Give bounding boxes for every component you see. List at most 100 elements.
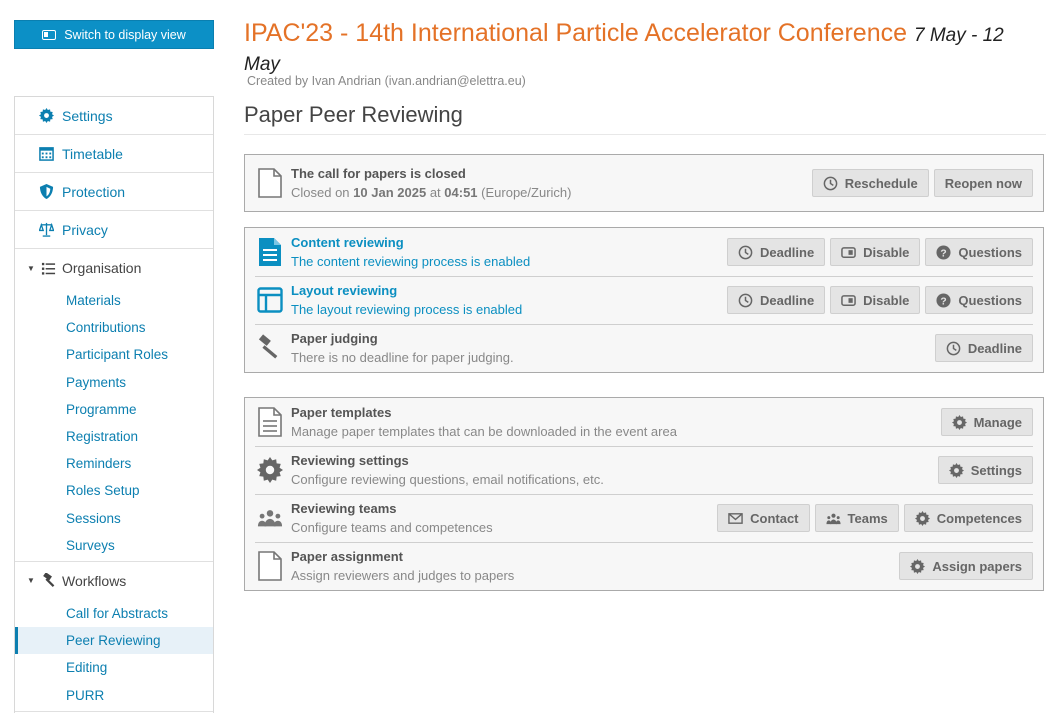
sidebar-item-contributions[interactable]: Contributions — [15, 314, 213, 341]
clock-icon — [738, 245, 753, 259]
svg-text:?: ? — [941, 296, 947, 307]
event-title-heading: IPAC'23 - 14th International Particle Ac… — [244, 20, 1034, 78]
deadline-label: Deadline — [759, 244, 815, 260]
gear-icon — [914, 510, 930, 526]
reschedule-label: Reschedule — [844, 175, 918, 191]
users-icon — [257, 503, 283, 533]
reviewing-modes-panel: Content reviewing The content reviewing … — [244, 227, 1044, 373]
sidebar-item-surveys[interactable]: Surveys — [15, 532, 213, 559]
page-title: Paper Peer Reviewing — [244, 102, 1046, 135]
call-for-papers-panel: The call for papers is closed Closed on … — [244, 154, 1044, 212]
cfp-closed-info: Closed on 10 Jan 2025 at 04:51 (Europe/Z… — [291, 185, 812, 200]
assign-papers-button[interactable]: Assign papers — [899, 552, 1033, 580]
sidebar-item-label: Timetable — [62, 145, 123, 162]
sidebar-item-editing[interactable]: Editing — [15, 654, 213, 681]
competences-label: Competences — [936, 510, 1022, 526]
clock-icon — [946, 341, 961, 355]
sidebar-item-purr[interactable]: PURR — [15, 681, 213, 708]
contact-label: Contact — [750, 510, 799, 526]
toggle-off-icon — [841, 246, 856, 258]
competences-button[interactable]: Competences — [903, 504, 1033, 532]
clock-icon — [823, 176, 838, 190]
paper-judging-row: Paper judging There is no deadline for p… — [245, 324, 1043, 372]
judging-deadline-button[interactable]: Deadline — [934, 334, 1033, 362]
manage-templates-button[interactable]: Manage — [940, 408, 1033, 436]
hammer-icon — [43, 573, 55, 588]
content-disable-button[interactable]: Disable — [830, 238, 921, 266]
sidebar-group-workflows[interactable]: ▼ Workflows — [15, 562, 213, 600]
assign-papers-label: Assign papers — [932, 558, 1022, 574]
sidebar-item-registration[interactable]: Registration — [15, 423, 213, 450]
sidebar-item-materials[interactable]: Materials — [15, 287, 213, 314]
layout-icon — [257, 285, 283, 315]
paper-templates-title: Paper templates — [291, 405, 392, 420]
display-icon — [42, 29, 57, 40]
content-reviewing-title[interactable]: Content reviewing — [291, 235, 727, 250]
layout-deadline-button[interactable]: Deadline — [726, 286, 826, 314]
layout-reviewing-title[interactable]: Layout reviewing — [291, 283, 727, 298]
sidebar-item-settings[interactable]: Settings — [15, 97, 213, 135]
reviewing-settings-button[interactable]: Settings — [937, 456, 1033, 484]
list-icon — [41, 262, 56, 275]
content-questions-button[interactable]: ? Questions — [925, 238, 1033, 266]
sidebar-item-label: Privacy — [62, 221, 108, 238]
cfp-closed-time: 04:51 — [444, 185, 478, 200]
switch-to-display-view-button[interactable]: Switch to display view — [14, 20, 214, 49]
reviewing-settings-desc: Configure reviewing questions, email not… — [291, 472, 604, 487]
sidebar-item-reminders[interactable]: Reminders — [15, 450, 213, 477]
sidebar-item-peer-reviewing[interactable]: Peer Reviewing — [15, 627, 213, 655]
paper-judging-title: Paper judging — [291, 331, 378, 346]
paper-judging-desc: There is no deadline for paper judging. — [291, 350, 514, 365]
questions-label: Questions — [958, 244, 1022, 260]
sidebar-divider — [15, 710, 213, 712]
reopen-now-button[interactable]: Reopen now — [933, 169, 1033, 197]
contact-button[interactable]: Contact — [717, 504, 810, 532]
sidebar-item-payments[interactable]: Payments — [15, 369, 213, 396]
layout-disable-button[interactable]: Disable — [830, 286, 921, 314]
layout-reviewing-row: Layout reviewing The layout reviewing pr… — [245, 276, 1043, 324]
cfp-row: The call for papers is closed Closed on … — [245, 155, 1043, 211]
gear-icon — [257, 455, 283, 485]
caret-down-icon: ▼ — [27, 576, 35, 586]
sidebar-item-timetable[interactable]: Timetable — [15, 135, 213, 173]
reviewing-teams-title: Reviewing teams — [291, 501, 397, 516]
sidebar-item-programme[interactable]: Programme — [15, 396, 213, 423]
file-icon — [257, 551, 283, 581]
sidebar-item-roles-setup[interactable]: Roles Setup — [15, 477, 213, 504]
disable-label: Disable — [863, 292, 910, 308]
layout-reviewing-desc: The layout reviewing process is enabled — [291, 302, 523, 317]
sidebar-item-label: Settings — [62, 107, 113, 124]
sidebar: Settings Timetable Protection Privacy ▼ … — [14, 96, 214, 713]
sidebar-item-privacy[interactable]: Privacy — [15, 211, 213, 249]
reviewing-settings-row: Reviewing settings Configure reviewing q… — [245, 446, 1043, 494]
sidebar-item-call-for-abstracts[interactable]: Call for Abstracts — [15, 600, 213, 627]
sidebar-item-protection[interactable]: Protection — [15, 173, 213, 211]
questions-label: Questions — [958, 292, 1022, 308]
calendar-icon — [39, 147, 54, 161]
sidebar-group-label: Organisation — [62, 260, 142, 276]
reschedule-button[interactable]: Reschedule — [811, 169, 929, 197]
cfp-status-title: The call for papers is closed — [291, 166, 466, 181]
users-icon — [825, 513, 841, 524]
toggle-off-icon — [841, 294, 856, 306]
teams-button[interactable]: Teams — [814, 504, 899, 532]
caret-down-icon: ▼ — [27, 263, 35, 273]
svg-text:?: ? — [941, 248, 947, 259]
sidebar-item-participant-roles[interactable]: Participant Roles — [15, 341, 213, 368]
cfp-closed-prefix: Closed on — [291, 185, 350, 200]
content-reviewing-row: Content reviewing The content reviewing … — [245, 228, 1043, 276]
sidebar-item-sessions[interactable]: Sessions — [15, 505, 213, 532]
gear-icon — [948, 462, 964, 478]
deadline-label: Deadline — [967, 340, 1022, 356]
shield-icon — [39, 184, 54, 199]
gavel-icon — [257, 333, 283, 363]
paper-assignment-title: Paper assignment — [291, 549, 403, 564]
content-deadline-button[interactable]: Deadline — [726, 238, 826, 266]
envelope-icon — [728, 512, 743, 524]
cfp-closed-date: 10 Jan 2025 — [353, 185, 427, 200]
question-icon: ? — [936, 292, 951, 308]
sidebar-group-label: Workflows — [62, 572, 127, 589]
layout-questions-button[interactable]: ? Questions — [925, 286, 1033, 314]
sidebar-group-organisation[interactable]: ▼ Organisation — [15, 249, 213, 287]
reviewing-management-panel: Paper templates Manage paper templates t… — [244, 397, 1044, 591]
